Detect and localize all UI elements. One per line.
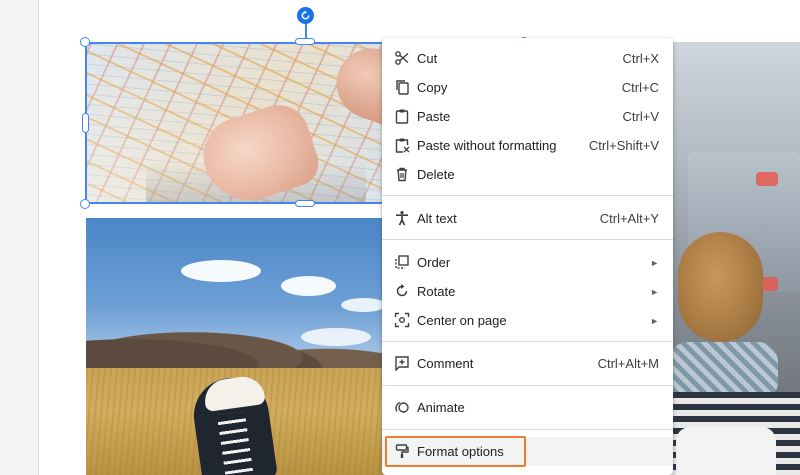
menu-label: Animate	[417, 400, 465, 415]
submenu-arrow-icon: ►	[650, 257, 659, 268]
menu-item-center-on-page[interactable]: Center on page ►	[382, 306, 673, 335]
menu-separator	[382, 195, 673, 196]
menu-separator	[382, 239, 673, 240]
menu-label: Paste	[417, 109, 451, 124]
menu-item-cut[interactable]: Cut Ctrl+X	[382, 44, 673, 73]
menu-label: Delete	[417, 167, 455, 182]
map-photo[interactable]	[86, 42, 386, 204]
city-photo[interactable]	[668, 42, 800, 475]
menu-item-rotate[interactable]: Rotate ►	[382, 277, 673, 306]
menu-item-order[interactable]: Order ►	[382, 248, 673, 277]
menu-item-alt-text[interactable]: Alt text Ctrl+Alt+Y	[382, 204, 673, 233]
rotate-arrow-icon	[301, 10, 310, 20]
menu-item-paste[interactable]: Paste Ctrl+V	[382, 102, 673, 131]
rotate-handle[interactable]	[297, 7, 314, 24]
menu-label: Alt text	[417, 211, 457, 226]
backpack	[676, 427, 776, 475]
menu-item-comment[interactable]: Comment Ctrl+Alt+M	[382, 349, 673, 378]
copy-icon	[394, 79, 410, 95]
context-menu: Cut Ctrl+X Copy Ctrl+C Paste Ctrl+V Past…	[382, 38, 673, 475]
resize-handle-top[interactable]	[295, 38, 315, 45]
resize-handle-left[interactable]	[82, 113, 89, 133]
menu-label: Center on page	[417, 313, 507, 328]
menu-item-paste-without-formatting[interactable]: Paste without formatting Ctrl+Shift+V	[382, 131, 673, 160]
bus-light	[756, 172, 778, 186]
menu-label: Cut	[417, 51, 438, 66]
menu-shortcut: Ctrl+Alt+Y	[599, 211, 659, 226]
submenu-arrow-icon: ►	[650, 315, 659, 326]
hand-graphic	[326, 42, 386, 136]
field-photo[interactable]	[86, 218, 386, 475]
menu-label: Paste without formatting	[417, 138, 557, 153]
menu-separator	[382, 385, 673, 386]
accessibility-icon	[394, 210, 410, 226]
clipboard-icon	[394, 108, 410, 124]
submenu-arrow-icon: ►	[650, 286, 659, 297]
menu-item-delete[interactable]: Delete	[382, 160, 673, 189]
scissors-icon	[394, 50, 410, 66]
add-comment-icon	[394, 355, 410, 371]
order-icon	[394, 254, 410, 270]
menu-separator	[382, 429, 673, 430]
animate-icon	[394, 399, 410, 415]
resize-handle-top-left[interactable]	[80, 37, 90, 47]
menu-shortcut: Ctrl+C	[621, 80, 659, 95]
child-head	[678, 232, 763, 342]
center-icon	[394, 312, 410, 328]
cloud	[181, 260, 261, 282]
menu-label: Order	[417, 255, 451, 270]
menu-label: Rotate	[417, 284, 456, 299]
menu-item-animate[interactable]: Animate	[382, 393, 673, 422]
menu-shortcut: Ctrl+Alt+M	[597, 356, 659, 371]
cloud	[341, 298, 386, 312]
menu-shortcut: Ctrl+X	[622, 51, 659, 66]
rotate-icon	[394, 283, 410, 299]
cloud	[281, 276, 336, 296]
menu-item-copy[interactable]: Copy Ctrl+C	[382, 73, 673, 102]
trash-icon	[394, 166, 410, 182]
highlight-annotation	[385, 436, 526, 467]
resize-handle-bottom[interactable]	[295, 200, 315, 207]
resize-handle-bottom-left[interactable]	[80, 199, 90, 209]
menu-shortcut: Ctrl+Shift+V	[588, 138, 659, 153]
menu-label: Comment	[417, 356, 474, 371]
menu-separator	[382, 341, 673, 342]
menu-label: Copy	[417, 80, 448, 95]
clipboard-plain-icon	[394, 137, 410, 153]
menu-shortcut: Ctrl+V	[622, 109, 659, 124]
